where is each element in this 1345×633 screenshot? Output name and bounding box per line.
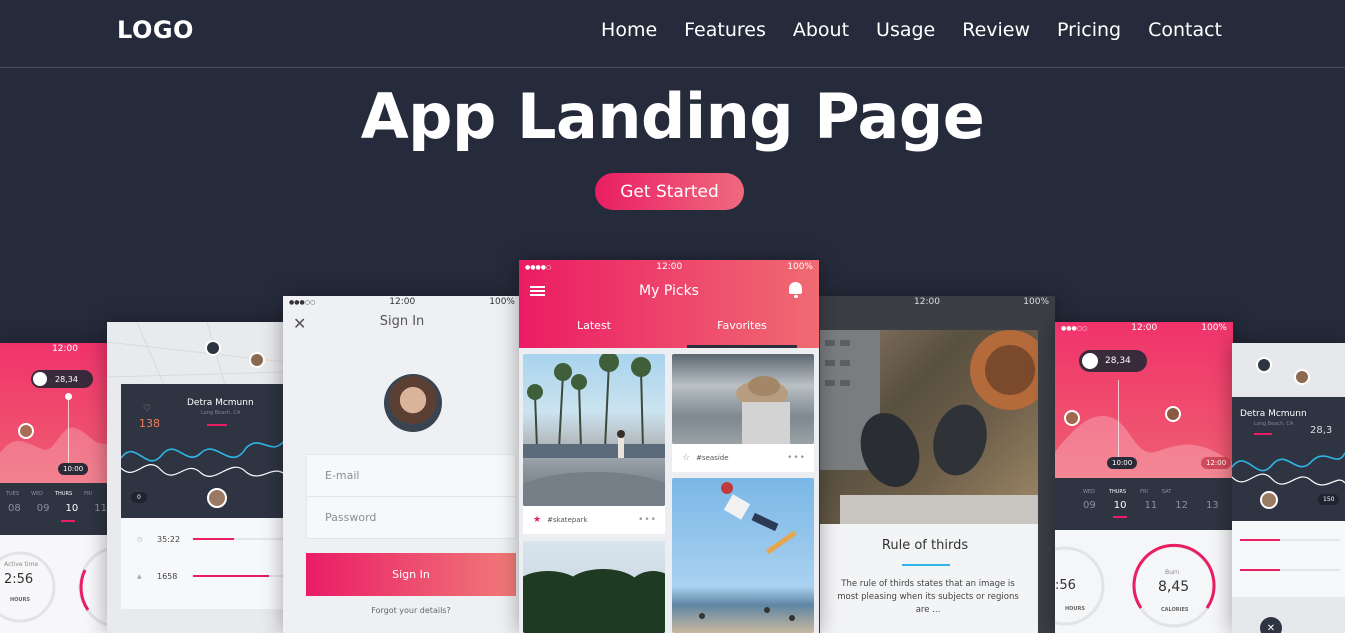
tab-favorites[interactable]: Favorites [669, 319, 815, 332]
avatar [1165, 406, 1181, 422]
get-started-button[interactable]: Get Started [595, 173, 744, 210]
burn-value: 8,45 [1158, 579, 1190, 595]
map-pin-icon [1256, 357, 1272, 373]
sign-in-title: Sign In [379, 314, 425, 329]
tab-latest[interactable]: Latest [519, 319, 669, 332]
status-battery: 100% [1201, 323, 1227, 333]
app-header: ●●●●○ 12:00 100% My Picks Latest Favorit… [519, 260, 819, 348]
article-body: The rule of thirds states that an image … [837, 579, 1019, 615]
forgot-link[interactable]: Forgot your details? [283, 606, 521, 615]
article-heading: Rule of thirds [881, 538, 969, 553]
skatepark-footer: ★ #skatepark ••• [523, 506, 665, 534]
nav-usage[interactable]: Usage [876, 19, 935, 41]
activity-gauges [0, 547, 108, 627]
wave-chart [1232, 452, 1345, 486]
tab-indicator [687, 345, 797, 348]
chart-header: ●●●○○ 12:00 100% 28,34 10:00 12:00 [1055, 322, 1233, 478]
profile-card: Detra Mcmunn Long Beach, CA 28,3 150 [1232, 397, 1345, 597]
status-time: 12:00 [1131, 323, 1158, 333]
sign-in-screen: ●●●○○ 12:00 100% ✕ Sign In E-mail Passwo… [283, 296, 521, 633]
far-left-screen: 12:00 28,34 10:00 TUES WED THURS FRI 08 09 10… [0, 343, 108, 633]
pin-time: 10:00 [58, 463, 89, 475]
star-outline-icon[interactable]: ☆ [682, 453, 690, 463]
signal-icon: ●●●○○ [289, 298, 316, 306]
close-icon[interactable]: ✕ [1260, 617, 1282, 633]
profile-name: Detra Mcmunn [1240, 409, 1307, 419]
avatar [249, 352, 265, 368]
profile-card: Detra Mcmunn Long Beach, CA ♡ 138 0 ◷ 35… [121, 384, 285, 609]
status-battery: 100% [489, 297, 515, 307]
status-time: 12:00 [52, 344, 78, 354]
bell-icon[interactable] [789, 282, 804, 298]
chart-header: 12:00 28,34 10:00 [0, 343, 108, 483]
nav-contact[interactable]: Contact [1148, 19, 1222, 41]
activity-gauges [1055, 543, 1216, 628]
navbar: LOGO Home Features About Usage Review Pr… [0, 0, 1345, 68]
main-nav: Home Features About Usage Review Pricing… [601, 19, 1222, 41]
my-picks-screen: ●●●●○ 12:00 100% My Picks Latest Favorit… [519, 260, 819, 633]
signal-icon: ●●●●○ [525, 263, 552, 271]
cup-icon [33, 372, 47, 386]
profile-map-screen: Detra Mcmunn Long Beach, CA ♡ 138 0 ◷ 35… [107, 322, 285, 633]
heart-icon: ♡ [143, 404, 152, 414]
photo-skater-jump[interactable] [672, 478, 814, 633]
avatar [1294, 369, 1310, 385]
hero-title: App Landing Page [360, 80, 985, 153]
wave-chart [0, 427, 108, 483]
map-pin-icon [205, 340, 221, 356]
status-time: 12:00 [656, 262, 683, 272]
clock-icon: ◷ [137, 536, 143, 543]
wave-chart [121, 439, 285, 477]
nav-about[interactable]: About [793, 19, 849, 41]
activity-screen: ●●●○○ 12:00 100% 28,34 10:00 12:00 WED TH… [1055, 322, 1233, 633]
nav-home[interactable]: Home [601, 19, 657, 41]
status-battery: 100% [1023, 297, 1049, 307]
article-screen: 12:00 100% Rule of thirds The rule of th… [818, 296, 1055, 633]
article-card: Rule of thirds The rule of thirds states… [820, 524, 1038, 633]
seaside-footer: ☆ #seaside ••• [672, 444, 814, 472]
day-picker[interactable]: WED THURS FRI SAT 09 10 11 12 13 [1055, 478, 1233, 530]
logo[interactable]: LOGO [117, 16, 194, 44]
photo-palms[interactable] [523, 541, 665, 633]
day-picker[interactable]: TUES WED THURS FRI 08 09 10 11 [0, 483, 108, 535]
avatar [18, 423, 34, 439]
nav-features[interactable]: Features [684, 19, 766, 41]
star-icon[interactable]: ★ [533, 515, 541, 525]
active-time-value: :56 [1055, 578, 1076, 593]
more-icon[interactable]: ••• [787, 453, 806, 463]
password-field[interactable]: Password [306, 496, 516, 539]
avatar [1064, 410, 1080, 426]
far-right-screen: Detra Mcmunn Long Beach, CA 28,3 150 ✕ [1232, 343, 1345, 633]
landing-page: LOGO Home Features About Usage Review Pr… [0, 0, 1345, 633]
status-time: 12:00 [389, 297, 416, 307]
cup-icon [1082, 353, 1098, 369]
avatar [384, 374, 442, 432]
profile-name: Detra Mcmunn [187, 398, 254, 408]
profile-stat: 28,3 [1310, 425, 1333, 436]
status-time: 12:00 [914, 297, 940, 307]
photo-seaside[interactable] [672, 354, 814, 444]
active-time-value: 2:56 [4, 572, 34, 587]
nav-review[interactable]: Review [962, 19, 1030, 41]
avatar [207, 488, 227, 508]
article-photo[interactable] [820, 330, 1050, 545]
sign-in-button[interactable]: Sign In [306, 553, 516, 596]
nav-pricing[interactable]: Pricing [1057, 19, 1121, 41]
email-field[interactable]: E-mail [306, 454, 516, 497]
count-badge: 150 [1318, 494, 1340, 505]
more-icon[interactable]: ••• [638, 515, 657, 525]
flame-icon: ▲ [137, 573, 142, 580]
photo-skatepark[interactable] [523, 354, 665, 506]
avatar [1260, 491, 1278, 509]
status-battery: 100% [787, 262, 813, 272]
screen-title: My Picks [639, 283, 699, 299]
